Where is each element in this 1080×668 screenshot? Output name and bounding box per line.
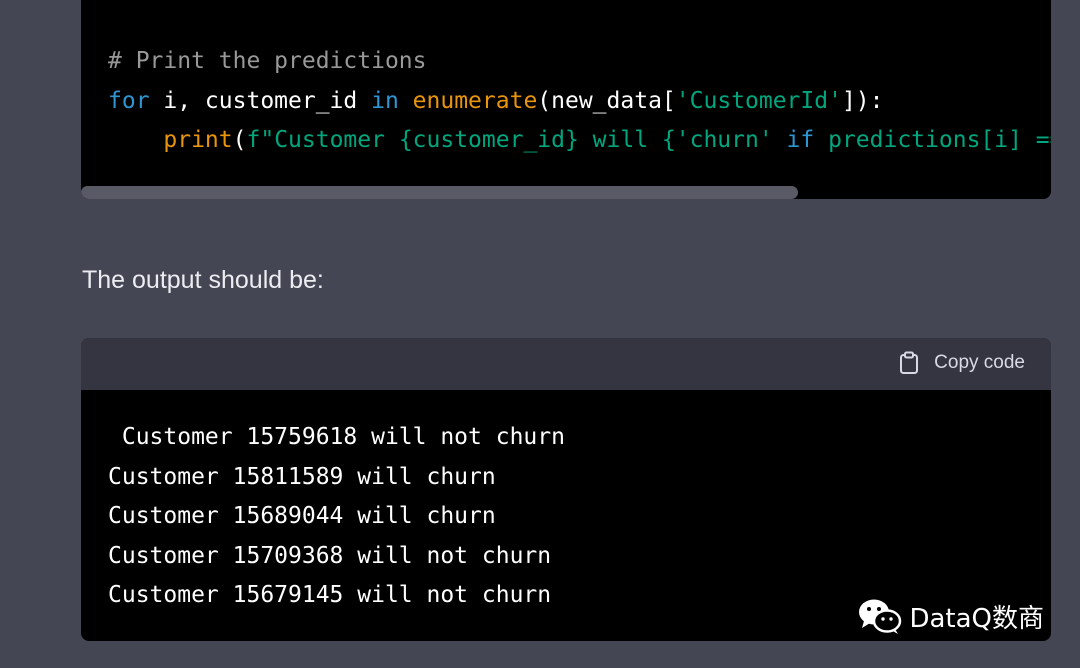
code-content: # Print the predictions for i, customer_… [108, 42, 1051, 161]
output-line: Customer 15709368 will not churn [108, 542, 552, 569]
wechat-icon [857, 597, 903, 635]
output-line: Customer 15811589 will churn [108, 463, 496, 490]
code-keyword-in: in [371, 87, 399, 114]
clipboard-icon [898, 351, 920, 375]
code-builtin-print: print [163, 127, 233, 153]
output-content: Customer 15759618 will not churn Custome… [108, 418, 565, 616]
code-string: predictions[i] == [814, 127, 1051, 153]
output-line: Customer 15759618 will not churn [108, 424, 565, 450]
code-text: ]): [841, 87, 884, 114]
code-string: 'CustomerId' [675, 87, 842, 114]
output-label: The output should be: [82, 266, 324, 294]
code-keyword-for: for [108, 87, 150, 114]
copy-code-button[interactable]: Copy code [898, 351, 1025, 375]
watermark-text: DataQ数商 [909, 603, 1044, 634]
code-text: (new_data[ [537, 87, 676, 114]
output-code-block: Copy code Customer 15759618 will not chu… [81, 338, 1051, 641]
horizontal-scrollbar-thumb[interactable] [81, 186, 798, 199]
code-builtin-enumerate: enumerate [412, 87, 538, 114]
code-line-2: for i, customer_id in enumerate(new_data… [108, 88, 884, 114]
copy-code-label: Copy code [934, 352, 1025, 373]
code-keyword-if: if [786, 127, 815, 153]
watermark: DataQ数商 [857, 597, 1044, 635]
code-block-top: # Print the predictions for i, customer_… [81, 0, 1051, 199]
code-text: ( [232, 127, 247, 153]
code-line-3: print(f"Customer {customer_id} will {'ch… [108, 127, 1051, 153]
code-line-1: # Print the predictions [108, 48, 427, 74]
code-text: i, customer_id [149, 87, 372, 114]
code-string: f"Customer {customer_id} will {'churn' [246, 127, 787, 153]
code-block-header: Copy code [81, 338, 1051, 390]
output-line: Customer 15679145 will not churn [108, 582, 552, 608]
code-comment: # Print the predictions [108, 48, 427, 74]
chat-page: # Print the predictions for i, customer_… [0, 0, 1080, 668]
output-line: Customer 15689044 will churn [108, 503, 496, 529]
